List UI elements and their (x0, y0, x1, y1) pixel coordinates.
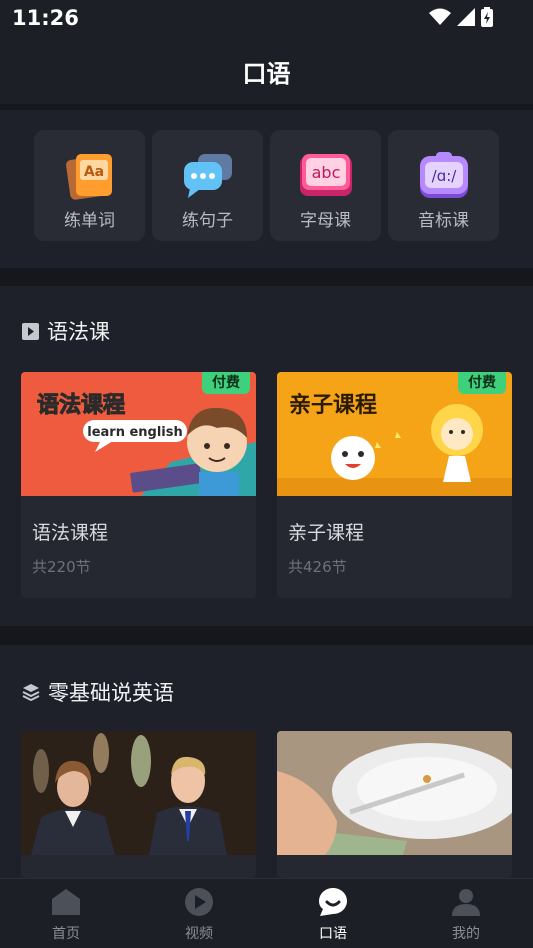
paid-badge: 付费 (458, 372, 506, 394)
zero-section-title: 零基础说英语 (48, 681, 174, 705)
dining-course-thumbnail (277, 731, 512, 855)
play-square-icon (22, 322, 39, 340)
tab-label-video: 视频 (185, 926, 213, 942)
quick-entry-section: Aa 练单词 练句子 abc 字母课 /ɑ:/ 音标课 (0, 110, 533, 268)
quick-item-alphabet[interactable]: abc 字母课 (270, 130, 381, 241)
flashcard-icon: Aa (66, 154, 112, 200)
quick-label-phonetics: 音标课 (418, 211, 469, 231)
page-title: 口语 (242, 60, 291, 88)
quick-label-sentences: 练句子 (182, 211, 233, 231)
quick-item-sentences[interactable]: 练句子 (152, 130, 263, 241)
quick-item-words[interactable]: Aa 练单词 (34, 130, 145, 241)
cell-signal-icon (457, 8, 475, 26)
wifi-icon (429, 8, 451, 25)
course-card-business[interactable] (21, 731, 256, 878)
speech-icon (319, 888, 347, 916)
tab-label-speaking: 口语 (319, 926, 347, 942)
paid-badge: 付费 (202, 372, 250, 394)
video-icon (185, 888, 213, 916)
grammar-section-title: 语法课 (47, 320, 110, 344)
thumb-title-text-2: 亲子课程 (289, 393, 377, 418)
abc-icon: abc (300, 154, 352, 196)
grammar-section: 语法课 learn english 语法课程 付费 语法课程 共220节 亲子课… (0, 286, 533, 626)
profile-icon (452, 889, 480, 916)
tab-profile[interactable]: 我的 (421, 885, 511, 945)
course-card-dining[interactable] (277, 731, 512, 878)
quick-item-phonetics[interactable]: /ɑ:/ 音标课 (388, 130, 499, 241)
tab-label-profile: 我的 (452, 926, 480, 942)
phonetic-icon: /ɑ:/ (420, 152, 468, 198)
zero-basis-section: 零基础说英语 (0, 645, 533, 878)
tab-speaking[interactable]: 口语 (288, 885, 378, 945)
course-card-parent-child[interactable]: 亲子课程 付费 亲子课程 共426节 (277, 372, 512, 598)
status-time: 11:26 (12, 6, 79, 30)
tab-video[interactable]: 视频 (154, 885, 244, 945)
tab-home[interactable]: 首页 (21, 885, 111, 945)
bottom-tab-bar: 首页 视频 口语 我的 (0, 878, 533, 948)
chat-bubble-icon (184, 154, 232, 198)
header: 口语 (0, 36, 533, 104)
lesson-count: 共220节 (32, 558, 91, 576)
abc-glyph: abc (312, 163, 341, 182)
quick-label-alphabet: 字母课 (300, 211, 351, 231)
course-card-grammar[interactable]: learn english 语法课程 付费 语法课程 共220节 (21, 372, 256, 598)
status-bar: 11:26 (0, 0, 533, 36)
phonetic-glyph: /ɑ:/ (432, 167, 458, 185)
lesson-count: 共426节 (288, 558, 347, 576)
zero-section-header: 零基础说英语 (22, 677, 174, 707)
quick-label-words: 练单词 (64, 211, 115, 231)
course-title: 语法课程 (32, 522, 109, 544)
grammar-section-header: 语法课 (22, 316, 110, 346)
tab-label-home: 首页 (52, 926, 80, 942)
battery-icon (481, 7, 493, 27)
home-icon (52, 889, 80, 915)
flashcard-glyph: Aa (84, 164, 104, 180)
layers-icon (22, 684, 40, 701)
thumb-bubble-text: learn english (87, 425, 183, 440)
course-title: 亲子课程 (288, 522, 365, 544)
status-icons (429, 7, 493, 27)
thumb-title-text: 语法课程 (37, 393, 125, 418)
business-course-thumbnail (21, 731, 256, 855)
